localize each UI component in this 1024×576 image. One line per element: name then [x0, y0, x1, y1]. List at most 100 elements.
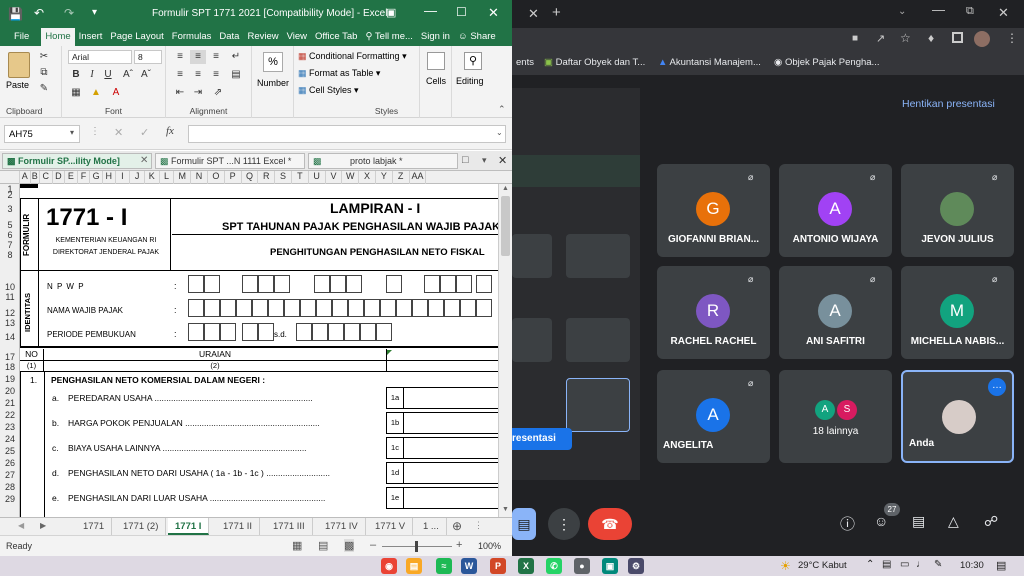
volume-icon[interactable]: ♩ [916, 559, 926, 570]
select-all-corner[interactable] [0, 171, 20, 184]
column-header[interactable]: K [145, 171, 160, 184]
input-box[interactable] [204, 299, 220, 317]
tray-expand-icon[interactable]: ⌃ [866, 559, 874, 570]
decrease-indent-icon[interactable]: ⇤ [172, 86, 188, 100]
conditional-formatting-button[interactable]: ▦ Conditional Formatting ▾ [298, 51, 407, 62]
line-value-cell[interactable] [404, 462, 498, 484]
input-box[interactable] [312, 323, 328, 341]
present-now-button[interactable]: resentasi [512, 428, 572, 450]
chat-icon[interactable]: ▤ [912, 513, 925, 530]
new-sheet-icon[interactable]: ⊕ [452, 519, 462, 533]
line-value-cell[interactable] [404, 487, 498, 509]
tile-more-icon[interactable]: … [988, 378, 1006, 396]
input-box[interactable] [440, 275, 456, 293]
cancel-icon[interactable]: ✕ [114, 126, 123, 139]
participant-tile[interactable]: R RACHEL RACHEL ⌀ [657, 266, 770, 359]
copy-icon[interactable]: ⧉ [36, 66, 52, 80]
stop-presenting-button[interactable]: Hentikan presentasi [902, 98, 995, 110]
column-header[interactable]: G [90, 171, 103, 184]
line-value-cell[interactable] [404, 437, 498, 459]
workbook-tab-2[interactable]: ▩ Formulir SPT ...N 1111 Excel * [155, 153, 305, 169]
undo-icon[interactable]: ↶ [34, 6, 44, 20]
whatsapp-icon[interactable]: ✆ [546, 558, 562, 574]
column-header[interactable]: M [174, 171, 192, 184]
chrome-close-icon[interactable]: ✕ [998, 5, 1009, 21]
paste-button[interactable]: Paste [6, 80, 29, 90]
increase-font-icon[interactable]: Aˆ [120, 68, 136, 82]
input-box[interactable] [444, 299, 460, 317]
extensions-icon[interactable]: ♦ [928, 31, 934, 45]
input-box[interactable] [348, 299, 364, 317]
align-middle-icon[interactable]: ≡ [190, 50, 206, 64]
row-header[interactable]: 17 [0, 352, 20, 362]
input-box[interactable] [252, 299, 268, 317]
side-panel-icon[interactable] [952, 32, 963, 43]
row-header[interactable]: 29 [0, 494, 20, 504]
align-center-icon[interactable]: ≡ [190, 68, 206, 82]
weather-text[interactable]: 29°C Kabut [798, 560, 847, 571]
tab-view[interactable]: View [283, 28, 311, 46]
input-box[interactable] [284, 299, 300, 317]
store-icon[interactable]: ▣ [602, 558, 618, 574]
enter-icon[interactable]: ✓ [140, 126, 149, 139]
sheet-tab-1771-2[interactable]: 1771 (2) [116, 518, 167, 535]
new-workbook-icon[interactable]: □ [462, 154, 469, 166]
file-explorer-icon[interactable]: ▤ [406, 558, 422, 574]
column-header[interactable]: D [53, 171, 66, 184]
align-left-icon[interactable]: ≡ [172, 68, 188, 82]
tell-me-search[interactable]: ⚲ Tell me... [361, 28, 416, 46]
borders-icon[interactable]: ▦ [68, 86, 84, 100]
participant-tile[interactable]: M MICHELLA NABIS... ⌀ [901, 266, 1014, 359]
line-value-cell[interactable] [404, 387, 498, 409]
participant-tile[interactable]: A ANTONIO WIJAYA ⌀ [779, 164, 892, 257]
notifications-icon[interactable]: ▤ [996, 559, 1006, 572]
input-box[interactable] [258, 323, 274, 341]
increase-indent-icon[interactable]: ⇥ [190, 86, 206, 100]
column-header[interactable]: A [20, 171, 31, 184]
input-box[interactable] [376, 323, 392, 341]
underline-icon[interactable]: U [100, 68, 116, 82]
column-header[interactable]: S [275, 171, 292, 184]
close-all-icon[interactable]: ✕ [498, 154, 507, 167]
chrome-icon[interactable]: ◉ [381, 558, 397, 574]
bookmark-daftar-obyek[interactable]: ▣ Daftar Obyek dan T... [544, 57, 645, 68]
name-box[interactable]: AH75 [4, 125, 80, 143]
sheet-tab-1771[interactable]: 1771 [76, 518, 113, 535]
network-icon[interactable]: ▤ [882, 559, 891, 570]
input-box[interactable] [360, 323, 376, 341]
sheet-tab-1771-iii[interactable]: 1771 III [266, 518, 313, 535]
line-value-cell[interactable] [404, 412, 498, 434]
bookmark-star-icon[interactable]: ☆ [900, 31, 911, 45]
cut-icon[interactable]: ✂ [36, 50, 52, 64]
font-name-select[interactable]: Arial [68, 50, 132, 64]
input-box[interactable] [220, 299, 236, 317]
participant-tile[interactable]: JEVON JULIUS ⌀ [901, 164, 1014, 257]
word-icon[interactable]: W [461, 558, 477, 574]
sheet-tab-1771-ii[interactable]: 1771 II [216, 518, 261, 535]
page-break-view-icon[interactable]: ▩ [344, 539, 355, 552]
column-header[interactable]: Z [393, 171, 410, 184]
row-header[interactable]: 27 [0, 470, 20, 480]
orientation-icon[interactable]: ⇗ [210, 86, 226, 100]
input-box[interactable] [296, 323, 312, 341]
input-box[interactable] [316, 299, 332, 317]
tab-page-layout[interactable]: Page Layout [106, 28, 167, 46]
column-header[interactable]: R [258, 171, 276, 184]
input-box[interactable] [476, 275, 492, 293]
tab-formulas[interactable]: Formulas [168, 28, 216, 46]
row-header[interactable]: 26 [0, 458, 20, 468]
align-bottom-icon[interactable]: ≡ [208, 50, 224, 64]
excel-taskbar-icon[interactable]: X [518, 558, 534, 574]
input-box[interactable] [204, 323, 220, 341]
align-top-icon[interactable]: ≡ [172, 50, 188, 64]
redo-icon[interactable]: ↷ [64, 6, 74, 20]
close-icon[interactable]: ✕ [488, 5, 499, 21]
fill-color-icon[interactable]: ▲ [88, 86, 104, 100]
worksheet[interactable]: FORMULIR 1771 - I KEMENTERIAN KEUANGAN R… [20, 184, 498, 517]
wrap-text-icon[interactable]: ↵ [228, 50, 244, 64]
scroll-thumb[interactable] [501, 196, 510, 256]
input-box[interactable] [380, 299, 396, 317]
prev-sheet-icon[interactable]: ◀ [18, 521, 24, 530]
input-box[interactable] [456, 275, 472, 293]
vertical-scrollbar[interactable]: ▲ ▼ [498, 184, 512, 517]
